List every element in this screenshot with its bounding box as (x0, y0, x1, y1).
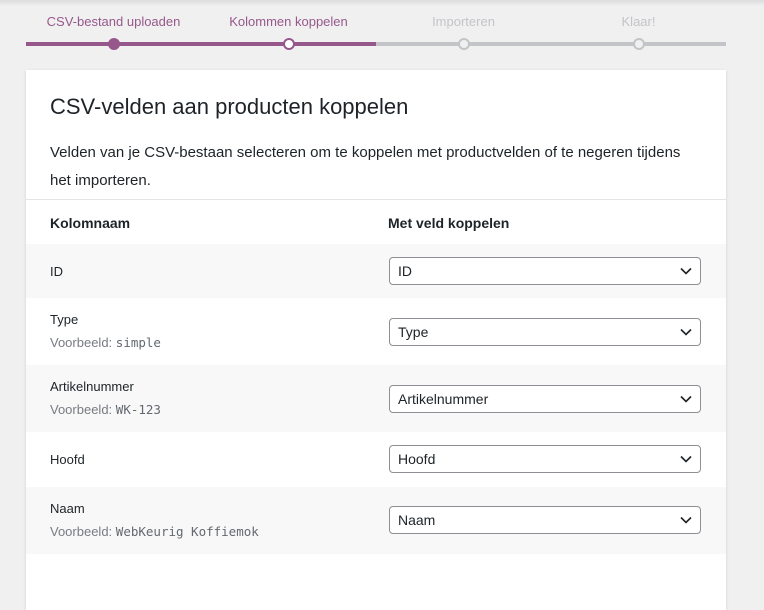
step-dot (458, 38, 470, 50)
step-mapping: Kolommen koppelen (201, 0, 376, 56)
table-row: Naam Voorbeeld: WebKeurig Koffiemok Naam (26, 487, 726, 554)
step-label: CSV-bestand uploaden (46, 14, 181, 29)
chevron-down-icon (680, 455, 692, 463)
chevron-down-icon (680, 267, 692, 275)
sample-value: Voorbeeld: WebKeurig Koffiemok (50, 524, 259, 539)
table-header: Kolomnaam Met veld koppelen (26, 200, 726, 244)
column-name: Hoofd (50, 452, 85, 467)
selected-value: Type (398, 324, 429, 340)
column-name: Type (50, 312, 79, 327)
column-name-header: Kolomnaam (50, 215, 131, 231)
step-dot (283, 38, 295, 50)
step-label: Kolommen koppelen (229, 14, 348, 29)
selected-value: ID (398, 263, 412, 279)
mapping-card: CSV-velden aan producten koppelen Velden… (26, 70, 726, 610)
map-field-select[interactable]: Type (389, 318, 701, 346)
chevron-down-icon (680, 516, 692, 524)
step-import: Importeren (376, 0, 551, 56)
selected-value: Artikelnummer (398, 391, 489, 407)
column-name: ID (50, 264, 63, 279)
column-name: Naam (50, 501, 85, 516)
sample-value: Voorbeeld: WK-123 (50, 402, 161, 417)
map-field-select[interactable]: Hoofd (389, 445, 701, 473)
step-dot (633, 38, 645, 50)
chevron-down-icon (680, 395, 692, 403)
step-dot (108, 38, 120, 50)
selected-value: Hoofd (398, 451, 436, 467)
page-title: CSV-velden aan producten koppelen (50, 94, 409, 119)
step-label: Klaar! (621, 14, 656, 29)
step-label: Importeren (432, 14, 495, 29)
sample-value: Voorbeeld: simple (50, 335, 161, 350)
table-row: ID ID (26, 244, 726, 298)
map-field-select[interactable]: Naam (389, 506, 701, 534)
card-header: CSV-velden aan producten koppelen Velden… (26, 70, 726, 200)
step-done: Klaar! (551, 0, 726, 56)
table-row: Hoofd Hoofd (26, 432, 726, 487)
map-to-header: Met veld koppelen (388, 215, 510, 231)
progress-steps: CSV-bestand uploaden Kolommen koppelen I… (26, 0, 726, 56)
page-description: Velden van je CSV-bestaan selecteren om … (50, 144, 681, 189)
table-row: Artikelnummer Voorbeeld: WK-123 Artikeln… (26, 365, 726, 432)
column-name: Artikelnummer (50, 379, 134, 394)
table-row: Type Voorbeeld: simple Type (26, 298, 726, 365)
selected-value: Naam (398, 512, 436, 528)
chevron-down-icon (680, 328, 692, 336)
step-upload: CSV-bestand uploaden (26, 0, 201, 56)
map-field-select[interactable]: Artikelnummer (389, 385, 701, 413)
map-field-select[interactable]: ID (389, 257, 701, 285)
